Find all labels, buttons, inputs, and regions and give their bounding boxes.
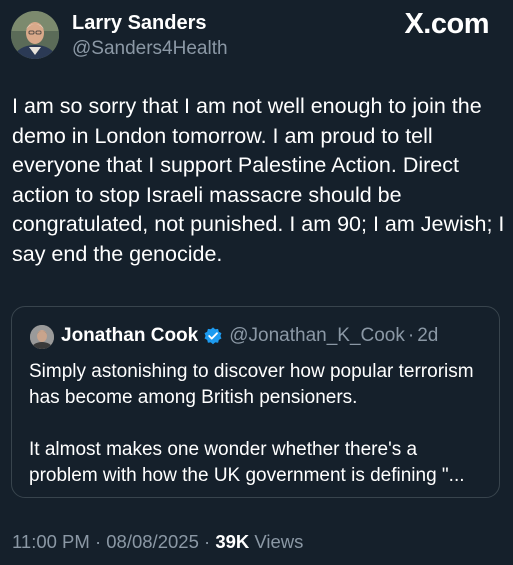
author-handle[interactable]: @Sanders4Health <box>72 38 228 60</box>
quoted-author-avatar[interactable] <box>30 325 54 349</box>
quoted-author-handle[interactable]: @Jonathan_K_Cook <box>229 325 405 347</box>
quoted-tweet-text: Simply astonishing to discover how popul… <box>29 359 489 489</box>
quoted-tweet-age[interactable]: 2d <box>417 325 438 347</box>
tweet-card: Larry Sanders @Sanders4Health X.com I am… <box>0 0 513 565</box>
tweet-date[interactable]: 08/08/2025 <box>106 531 199 552</box>
quoted-author-name[interactable]: Jonathan Cook <box>61 325 198 347</box>
quoted-tweet-paragraph-1: Simply astonishing to discover how popul… <box>29 361 474 408</box>
quoted-tweet-card[interactable]: Jonathan Cook @Jonathan_K_Cook · 2d Simp… <box>11 306 500 498</box>
tweet-metadata: 11:00 PM · 08/08/2025 · 39K Views <box>12 531 303 553</box>
meta-separator-1: · <box>94 531 102 552</box>
meta-separator-2: · <box>204 531 211 552</box>
author-name[interactable]: Larry Sanders <box>72 12 207 35</box>
author-avatar-image <box>11 11 59 59</box>
quoted-tweet-paragraph-2: It almost makes one wonder whether there… <box>29 439 465 486</box>
views-count[interactable]: 39K <box>215 531 249 552</box>
views-label: Views <box>254 531 304 552</box>
quoted-tweet-header: Jonathan Cook @Jonathan_K_Cook · 2d <box>61 325 438 347</box>
author-avatar[interactable] <box>11 11 59 59</box>
verified-badge-icon <box>204 327 222 345</box>
tweet-time[interactable]: 11:00 PM <box>12 531 90 552</box>
x-logo: X.com <box>404 8 489 40</box>
tweet-text: I am so sorry that I am not well enough … <box>12 94 505 266</box>
quoted-author-avatar-image <box>30 325 54 349</box>
quoted-tweet-separator: · <box>407 325 415 346</box>
